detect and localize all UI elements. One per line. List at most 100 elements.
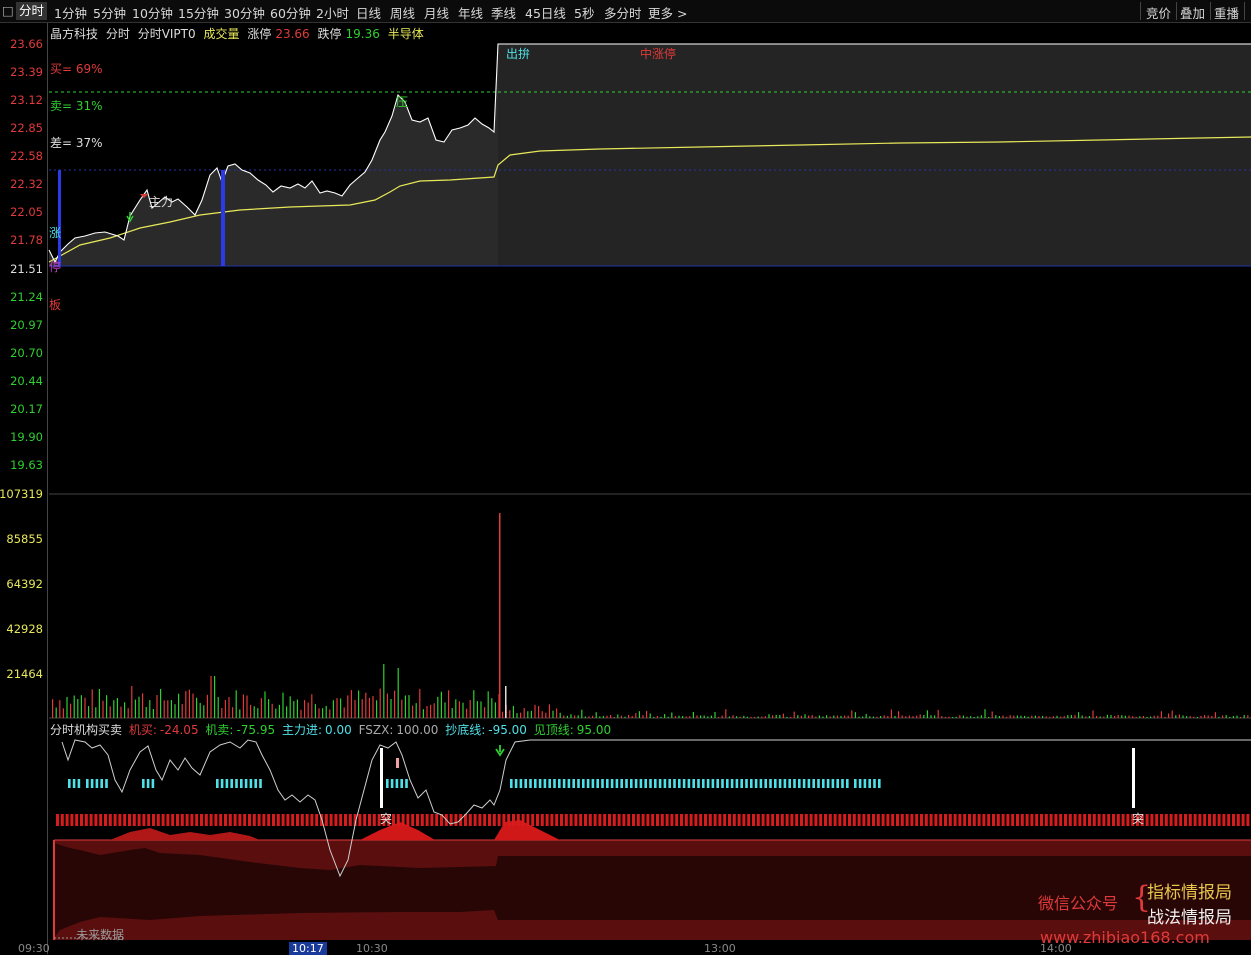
volume-bar: [488, 691, 489, 718]
volume-bar: [819, 715, 820, 718]
red-dash: [344, 814, 347, 826]
red-dash: [781, 814, 784, 826]
red-dash: [814, 814, 817, 826]
volume-bar: [1197, 717, 1198, 718]
volume-bar: [149, 700, 150, 718]
volume-bar: [801, 716, 802, 718]
volume-bar: [261, 698, 262, 718]
volume-bar: [372, 696, 373, 718]
volume-bar: [624, 717, 625, 718]
volume-bar: [340, 698, 341, 718]
red-dash: [1218, 814, 1221, 826]
volume-bar: [1132, 716, 1133, 718]
volume-bar: [167, 700, 168, 718]
mode-label: 分时: [106, 27, 130, 41]
red-dash: [373, 814, 376, 826]
red-dash: [915, 814, 918, 826]
volume-bar: [927, 710, 928, 718]
red-dash: [157, 814, 160, 826]
red-dash: [1160, 814, 1163, 826]
red-dash: [1040, 814, 1043, 826]
red-dash: [1006, 814, 1009, 826]
cyan-mark: [793, 779, 796, 788]
volume-bar: [866, 714, 867, 718]
red-dash: [886, 814, 889, 826]
red-dash: [1189, 814, 1192, 826]
red-dash: [752, 814, 755, 826]
volume-bar: [902, 715, 903, 718]
volume-bar: [182, 704, 183, 718]
red-dash: [627, 814, 630, 826]
volume-bar: [178, 694, 179, 718]
red-dash: [925, 814, 928, 826]
cyan-mark: [812, 779, 815, 788]
volume-bar: [412, 706, 413, 718]
volume-bar: [660, 717, 661, 718]
red-dash: [618, 814, 621, 826]
red-dash: [776, 814, 779, 826]
volume-bar: [203, 705, 204, 718]
red-dash: [1059, 814, 1062, 826]
volume-bar: [505, 686, 507, 718]
volume-bar: [621, 716, 622, 718]
cyan-mark: [620, 779, 623, 788]
volume-bar: [52, 699, 53, 718]
cyan-mark: [764, 779, 767, 788]
red-dash: [958, 814, 961, 826]
volume-bar: [434, 703, 435, 718]
sector-label: 半导体: [388, 27, 424, 41]
volume-bar: [588, 716, 589, 718]
red-dash: [819, 814, 822, 826]
cyan-mark: [534, 779, 537, 788]
volume-bar: [934, 715, 935, 718]
volume-bar: [200, 703, 201, 718]
red-dash: [277, 814, 280, 826]
red-dash: [579, 814, 582, 826]
red-dash: [709, 814, 712, 826]
red-dash: [315, 814, 318, 826]
red-dash: [766, 814, 769, 826]
volume-bar: [1010, 715, 1011, 718]
volume-bar: [1074, 715, 1075, 718]
volume-bar: [1218, 717, 1219, 718]
red-dash: [829, 814, 832, 826]
red-dash: [291, 814, 294, 826]
red-dash: [771, 814, 774, 826]
volume-bar: [963, 716, 964, 719]
volume-bar: [1017, 716, 1018, 719]
volume-bar: [1222, 716, 1223, 719]
red-dash: [1232, 814, 1235, 826]
volume-bar: [470, 700, 471, 718]
volume-bar: [527, 711, 528, 718]
red-dash: [642, 814, 645, 826]
red-dash: [1165, 814, 1168, 826]
red-dash: [1203, 814, 1206, 826]
red-dash: [1011, 814, 1014, 826]
red-dash: [733, 814, 736, 826]
price-area-fill: [498, 44, 1251, 266]
volume-bars: [52, 513, 1251, 718]
cyan-mark: [817, 779, 820, 788]
volume-bar: [614, 717, 615, 718]
volume-bar: [592, 716, 593, 718]
cyan-mark: [592, 779, 595, 788]
volume-bar: [333, 700, 334, 718]
volume-bar: [322, 708, 323, 718]
red-dash: [411, 814, 414, 826]
red-dash: [1213, 814, 1216, 826]
volume-bar: [1096, 716, 1097, 718]
limit-down-value: 19.36: [346, 27, 380, 41]
red-dash: [75, 814, 78, 826]
red-dash: [843, 814, 846, 826]
cyan-mark: [254, 779, 257, 788]
red-dash: [1088, 814, 1091, 826]
chaodi-label: 抄底线:: [445, 723, 485, 737]
volume-bar: [664, 714, 665, 718]
cyan-mark: [673, 779, 676, 788]
volume-bar: [257, 708, 258, 718]
volume-bar: [840, 716, 841, 718]
volume-bar: [1118, 715, 1119, 718]
volume-bar: [351, 690, 352, 718]
cyan-mark: [635, 779, 638, 788]
volume-bar: [765, 716, 766, 718]
